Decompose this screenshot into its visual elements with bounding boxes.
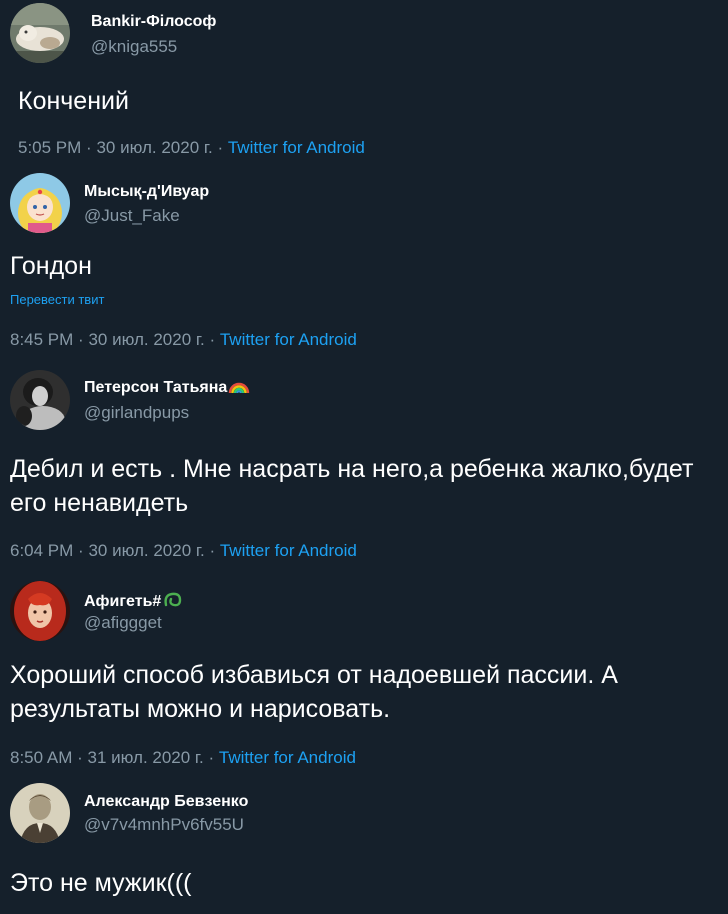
display-name-text: Петерсон Татьяна xyxy=(84,379,228,396)
tweet-date[interactable]: 30 июл. 2020 г. xyxy=(88,541,204,560)
user-handle[interactable]: @girlandpups xyxy=(84,403,189,423)
tweet-meta: 8:45 PM · 30 июл. 2020 г. · Twitter for … xyxy=(10,330,357,350)
avatar-4[interactable] xyxy=(10,581,70,641)
meta-separator: · xyxy=(77,748,83,767)
tweet-1: Bankir-Філософ @kniga555 Кончений 5:05 P… xyxy=(0,0,728,170)
tweet-source-link[interactable]: Twitter for Android xyxy=(228,138,365,157)
tweet-text: Гондон xyxy=(10,252,92,280)
translate-tweet-link[interactable]: Перевести твит xyxy=(10,292,104,308)
tweet-source-link[interactable]: Twitter for Android xyxy=(220,541,357,560)
tweet-meta: 8:50 AM · 31 июл. 2020 г. · Twitter for … xyxy=(10,748,356,768)
cat-avatar-icon xyxy=(10,3,70,63)
tweet-date[interactable]: 30 июл. 2020 г. xyxy=(96,138,212,157)
tweet-meta: 5:05 PM · 30 июл. 2020 г. · Twitter for … xyxy=(18,138,365,158)
tweet-source-link[interactable]: Twitter for Android xyxy=(219,748,356,767)
display-name[interactable]: Мысық-д'Ивуар xyxy=(84,182,209,202)
avatar-2[interactable] xyxy=(10,173,70,233)
meta-separator: · xyxy=(217,138,224,157)
avatar-3[interactable] xyxy=(10,370,70,430)
meta-separator: · xyxy=(209,541,216,560)
display-name-text: Афигеть# xyxy=(84,593,162,610)
tweet-text: Кончений xyxy=(18,87,129,115)
tweet-meta: 6:04 PM · 30 июл. 2020 г. · Twitter for … xyxy=(10,541,357,561)
woman-photo-avatar-icon xyxy=(10,370,70,430)
tweet-text: Дебил и есть . Мне насрать на него,а реб… xyxy=(10,455,694,517)
meta-separator: · xyxy=(78,330,84,349)
meta-separator: · xyxy=(86,138,92,157)
tweet-text: Хороший способ избавиься от надоевшей па… xyxy=(10,661,618,723)
red-hair-avatar-icon xyxy=(10,581,70,641)
tweet-date[interactable]: 30 июл. 2020 г. xyxy=(88,330,204,349)
avatar-1[interactable] xyxy=(10,3,70,63)
display-name[interactable]: Афигеть# xyxy=(84,590,184,614)
tweet-time[interactable]: 5:05 PM xyxy=(18,138,81,157)
tweet-2: Мысық-д'Ивуар @Just_Fake Гондон Перевест… xyxy=(0,170,728,360)
anime-girl-avatar-icon xyxy=(10,173,70,233)
rainbow-icon xyxy=(228,378,250,400)
tweet-text: Это не мужик((( xyxy=(10,869,192,897)
tweet-5: Александр Бевзенко @v7v4mnhPv6fv55U Это … xyxy=(0,778,728,914)
user-handle[interactable]: @afiggget xyxy=(84,613,162,633)
tweet-source-link[interactable]: Twitter for Android xyxy=(220,330,357,349)
avatar-5[interactable] xyxy=(10,783,70,843)
display-name[interactable]: Александр Бевзенко xyxy=(84,792,248,812)
tweet-date[interactable]: 31 июл. 2020 г. xyxy=(88,748,204,767)
tweet-time[interactable]: 8:45 PM xyxy=(10,330,73,349)
display-name[interactable]: Bankir-Філософ xyxy=(91,12,216,32)
tweet-4: Афигеть# @afiggget Хороший способ избави… xyxy=(0,572,728,778)
user-handle[interactable]: @kniga555 xyxy=(91,37,177,57)
meta-separator: · xyxy=(208,748,215,767)
meta-separator: · xyxy=(78,541,84,560)
tweet-time[interactable]: 6:04 PM xyxy=(10,541,73,560)
user-handle[interactable]: @v7v4mnhPv6fv55U xyxy=(84,815,244,835)
meta-separator: · xyxy=(209,330,216,349)
tweet-3: Петерсон Татьяна @girlandpups Дебил и ес… xyxy=(0,360,728,572)
tweet-time[interactable]: 8:50 AM xyxy=(10,748,72,767)
vintage-portrait-avatar-icon xyxy=(10,783,70,843)
display-name[interactable]: Петерсон Татьяна xyxy=(84,378,250,400)
green-loop-icon xyxy=(162,590,184,614)
user-handle[interactable]: @Just_Fake xyxy=(84,206,180,226)
